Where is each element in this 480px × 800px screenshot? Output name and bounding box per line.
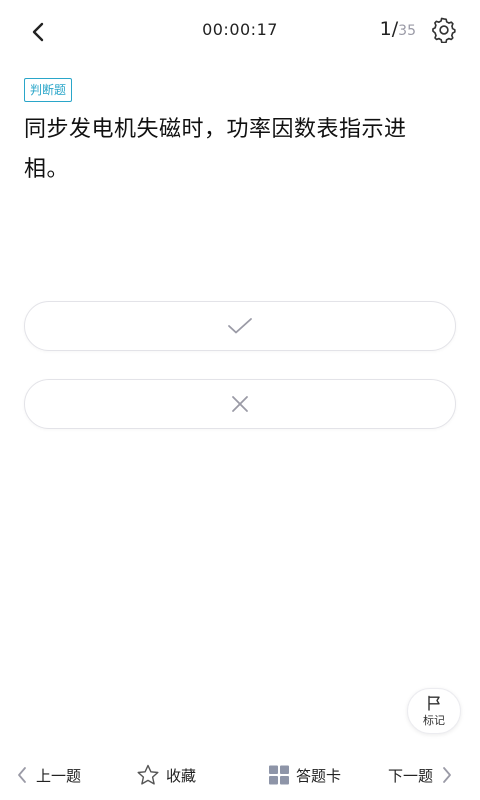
star-icon	[136, 764, 160, 786]
exam-page: 00:00:17 1/35 判断题 同步发电机失磁时，功率因数表指示进相。 标记…	[0, 0, 480, 800]
total-count: 35	[398, 23, 416, 39]
question-type-badge: 判断题	[24, 78, 73, 102]
gear-icon	[432, 17, 456, 43]
question-text: 同步发电机失磁时，功率因数表指示进相。	[24, 117, 407, 182]
next-question-button[interactable]: 下一题	[388, 762, 453, 788]
mark-label: 标记	[423, 713, 445, 727]
previous-question-button[interactable]: 上一题	[16, 762, 81, 788]
chevron-right-icon	[441, 766, 453, 784]
settings-button[interactable]	[430, 16, 458, 44]
close-icon	[232, 396, 248, 412]
option-false[interactable]	[24, 379, 456, 429]
previous-question-label: 上一题	[36, 766, 82, 785]
question-progress: 1/35	[380, 18, 416, 40]
bottom-nav-bar: 上一题 收藏 答题卡 下一题	[0, 750, 480, 800]
mark-button[interactable]: 标记	[407, 688, 461, 734]
check-icon	[228, 318, 252, 334]
top-bar: 00:00:17 1/35	[0, 0, 480, 60]
answer-card-button[interactable]: 答题卡	[268, 762, 341, 788]
flag-icon	[428, 695, 440, 711]
next-question-label: 下一题	[388, 766, 434, 785]
answer-card-label: 答题卡	[296, 766, 342, 785]
favorite-label: 收藏	[166, 766, 197, 785]
grid-icon	[268, 765, 290, 785]
favorite-button[interactable]: 收藏	[136, 762, 196, 788]
option-true[interactable]	[24, 301, 456, 351]
current-index: 1/	[379, 18, 399, 40]
chevron-left-icon	[16, 766, 28, 784]
